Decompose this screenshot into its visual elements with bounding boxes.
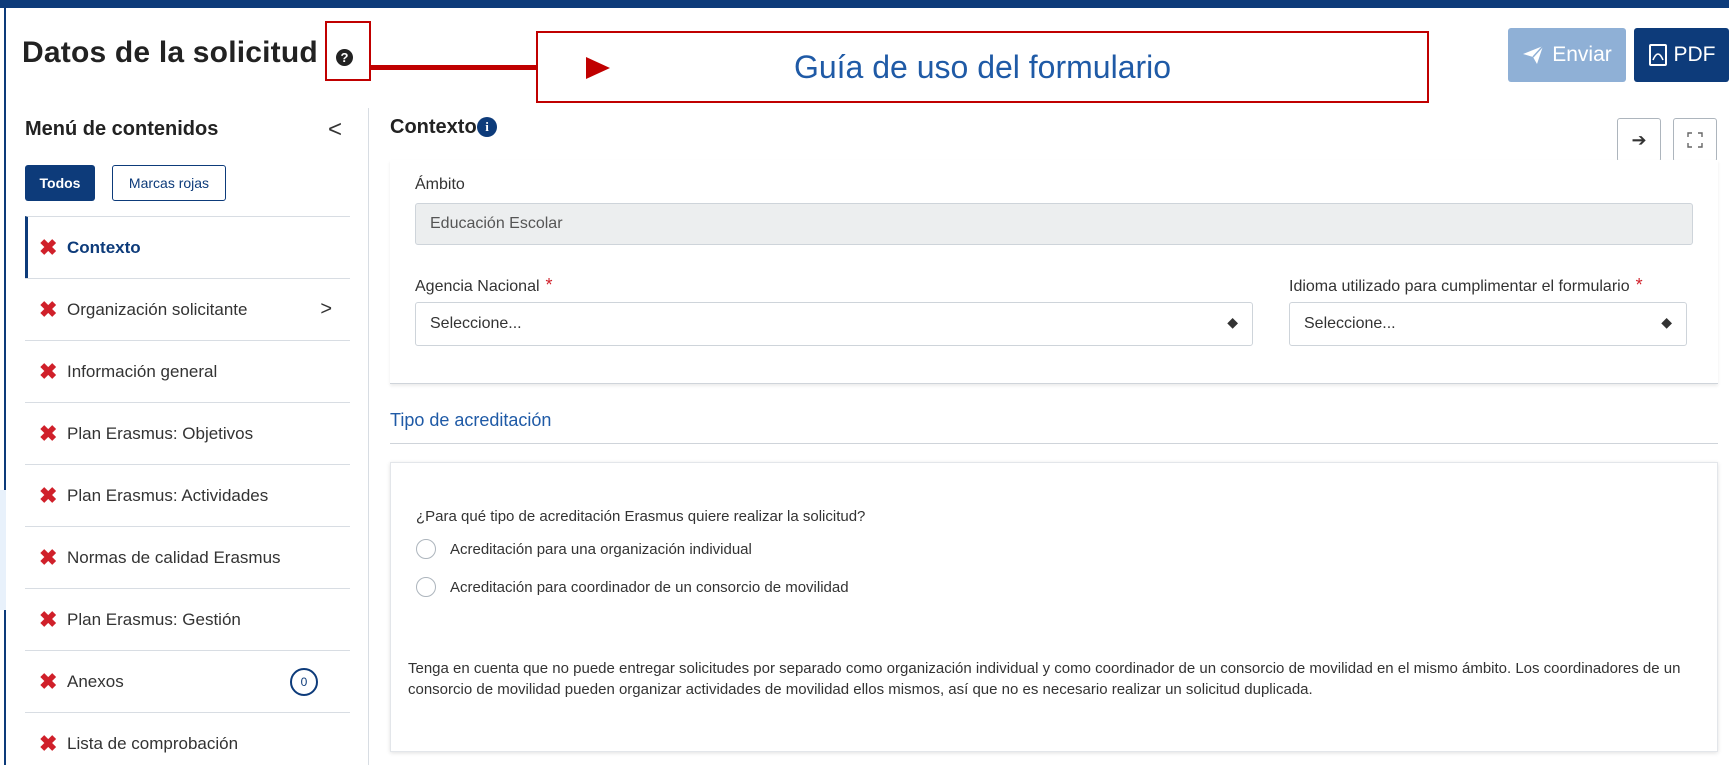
- info-icon[interactable]: i: [477, 117, 497, 137]
- radio-option-consortium[interactable]: Acreditación para coordinador de un cons…: [416, 577, 849, 597]
- accreditation-title: Tipo de acreditación: [390, 410, 552, 430]
- pdf-icon: [1648, 44, 1667, 66]
- sidebar-item-label: Lista de comprobación: [67, 733, 239, 753]
- agency-select-value: Seleccione...: [430, 315, 522, 332]
- paper-plane-icon: [1523, 45, 1544, 64]
- sidebar-item-informacion-general[interactable]: ✖ Información general: [25, 340, 350, 402]
- expand-icon: [1687, 132, 1703, 148]
- ambito-field: Educación Escolar: [415, 203, 1693, 245]
- agency-label: Agencia Nacional *: [415, 275, 553, 296]
- radio-option-individual[interactable]: Acreditación para una organización indiv…: [416, 539, 752, 559]
- sidebar-item-anexos[interactable]: ✖ Anexos 0: [25, 650, 350, 712]
- sidebar-item-label: Contexto: [67, 237, 141, 257]
- language-label: Idioma utilizado para cumplimentar el fo…: [1289, 275, 1643, 296]
- sidebar-item-label: Normas de calidad Erasmus: [67, 547, 281, 567]
- accreditation-note: Tenga en cuenta que no puede entregar so…: [408, 660, 1681, 698]
- accreditation-question: ¿Para qué tipo de acreditación Erasmus q…: [416, 508, 866, 525]
- select-caret-icon: ◆: [1227, 314, 1238, 330]
- sidebar-divider: [368, 108, 369, 765]
- sidebar-item-organizacion-solicitante[interactable]: ✖ Organización solicitante >: [25, 278, 350, 340]
- pdf-button-label: PDF: [1673, 43, 1716, 66]
- x-icon: ✖: [39, 482, 58, 508]
- select-caret-icon: ◆: [1661, 314, 1672, 330]
- language-select[interactable]: Seleccione... ◆: [1289, 302, 1687, 346]
- x-icon: ✖: [39, 358, 58, 384]
- sidebar-item-label: Organización solicitante: [67, 299, 248, 319]
- chevron-right-icon: >: [320, 298, 332, 320]
- sidebar-item-lista-comprobacion[interactable]: ✖ Lista de comprobación: [25, 712, 350, 765]
- guide-callout-box: Guía de uso del formulario: [536, 31, 1429, 103]
- sidebar-item-plan-objetivos[interactable]: ✖ Plan Erasmus: Objetivos: [25, 402, 350, 464]
- ambito-label: Ámbito: [415, 176, 465, 193]
- arrow-right-icon: ➔: [1631, 129, 1647, 150]
- x-icon: ✖: [39, 420, 58, 446]
- next-section-button[interactable]: ➔: [1617, 118, 1661, 162]
- x-icon: ✖: [39, 730, 58, 756]
- send-button-label: Enviar: [1552, 43, 1612, 66]
- sidebar: Menú de contenidos < Todos Marcas rojas …: [0, 108, 365, 765]
- required-mark: *: [545, 275, 553, 295]
- sidebar-item-label: Plan Erasmus: Objetivos: [67, 423, 254, 443]
- language-select-value: Seleccione...: [1304, 315, 1396, 332]
- pdf-button[interactable]: PDF: [1634, 28, 1729, 82]
- divider: [390, 443, 1718, 444]
- radio-label: Acreditación para coordinador de un cons…: [450, 578, 849, 596]
- collapse-sidebar-icon[interactable]: <: [328, 116, 342, 144]
- sidebar-item-label: Plan Erasmus: Gestión: [67, 609, 241, 629]
- top-accent-bar: [0, 0, 1729, 8]
- sidebar-item-contexto[interactable]: ✖ Contexto: [25, 216, 350, 278]
- sidebar-menu: ✖ Contexto ✖ Organización solicitante > …: [25, 216, 350, 765]
- radio-button[interactable]: [416, 577, 436, 597]
- scroll-strip: [0, 490, 6, 610]
- x-icon: ✖: [39, 544, 58, 570]
- required-mark: *: [1635, 275, 1643, 295]
- x-icon: ✖: [39, 606, 58, 632]
- agency-label-text: Agencia Nacional: [415, 278, 540, 295]
- sidebar-item-normas-calidad[interactable]: ✖ Normas de calidad Erasmus: [25, 526, 350, 588]
- context-card: [390, 160, 1718, 384]
- sidebar-item-label: Información general: [67, 361, 218, 381]
- send-button[interactable]: Enviar: [1508, 28, 1626, 82]
- count-badge: 0: [290, 667, 318, 696]
- filter-red-flags-button[interactable]: Marcas rojas: [112, 165, 226, 201]
- sidebar-item-plan-gestion[interactable]: ✖ Plan Erasmus: Gestión: [25, 588, 350, 650]
- language-label-text: Idioma utilizado para cumplimentar el fo…: [1289, 278, 1630, 295]
- x-icon: ✖: [39, 234, 58, 260]
- filter-all-button[interactable]: Todos: [25, 165, 95, 201]
- x-icon: ✖: [39, 668, 58, 694]
- x-icon: ✖: [39, 296, 58, 322]
- annotation-arrow-head: [586, 57, 610, 79]
- agency-select[interactable]: Seleccione... ◆: [415, 302, 1253, 346]
- fullscreen-button[interactable]: [1673, 118, 1717, 162]
- sidebar-item-plan-actividades[interactable]: ✖ Plan Erasmus: Actividades: [25, 464, 350, 526]
- section-title: Contexto: [390, 116, 477, 138]
- accreditation-card: [390, 462, 1718, 752]
- sidebar-title: Menú de contenidos: [25, 118, 219, 140]
- help-highlight-annotation: [325, 21, 371, 81]
- radio-label: Acreditación para una organización indiv…: [450, 540, 752, 558]
- radio-button[interactable]: [416, 539, 436, 559]
- sidebar-item-label: Plan Erasmus: Actividades: [67, 485, 269, 505]
- guide-callout-text: Guía de uso del formulario: [793, 48, 1172, 85]
- page-title: Datos de la solicitud: [22, 36, 318, 69]
